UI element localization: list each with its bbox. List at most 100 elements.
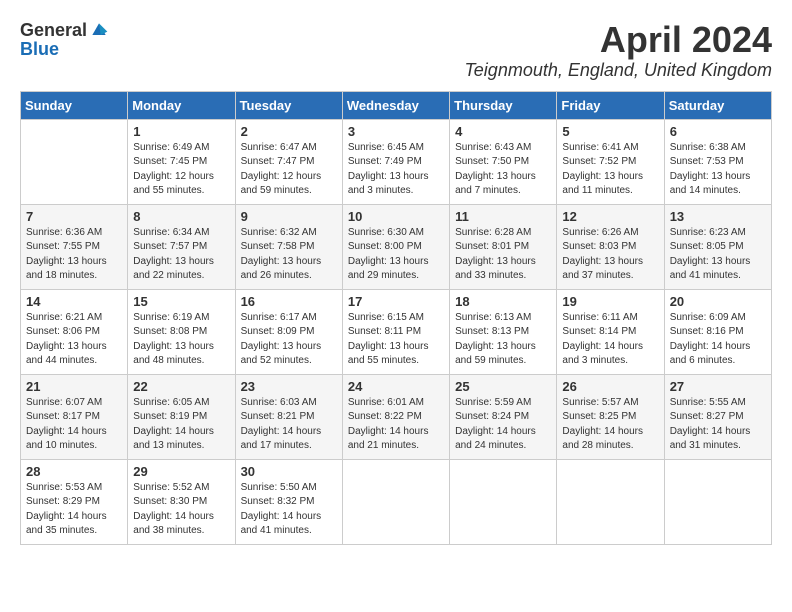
cell-content: Sunrise: 5:59 AM Sunset: 8:24 PM Dayligh… (455, 396, 551, 454)
cell-content: Sunrise: 6:26 AM Sunset: 8:03 PM Dayligh… (562, 226, 658, 284)
cell-content: Sunrise: 5:50 AM Sunset: 8:32 PM Dayligh… (241, 481, 337, 539)
calendar-cell: 27Sunrise: 5:55 AM Sunset: 8:27 PM Dayli… (664, 374, 771, 459)
day-number: 24 (348, 379, 444, 394)
day-number: 2 (241, 124, 337, 139)
day-header-monday: Monday (128, 91, 235, 119)
calendar-cell: 30 Sunrise: 5:50 AM Sunset: 8:32 PM Dayli… (235, 459, 342, 544)
calendar-cell: 12 Sunrise: 6:26 AM Sunset: 8:03 PM Dayli… (557, 204, 664, 289)
day-number: 7 (26, 209, 122, 224)
cell-content: Sunrise: 6:49 AM Sunset: 7:45 PM Dayligh… (133, 141, 229, 199)
cell-content: Sunrise: 6:17 AM Sunset: 8:09 PM Dayligh… (241, 311, 337, 369)
cell-content: Sunrise: 5:52 AM Sunset: 8:30 PM Dayligh… (133, 481, 229, 539)
cell-content: Sunrise: 6:01 AM Sunset: 8:22 PM Dayligh… (348, 396, 444, 454)
day-header-friday: Friday (557, 91, 664, 119)
calendar-cell: 29 Sunrise: 5:52 AM Sunset: 8:30 PM Dayli… (128, 459, 235, 544)
day-number: 13 (670, 209, 766, 224)
calendar-cell: 10 Sunrise: 6:30 AM Sunset: 8:00 PM Dayli… (342, 204, 449, 289)
calendar-body: 1Sunrise: 6:49 AM Sunset: 7:45 PM Daylig… (21, 119, 772, 544)
cell-content: Sunrise: 5:57 AM Sunset: 8:25 PM Dayligh… (562, 396, 658, 454)
cell-content: Sunrise: 6:13 AM Sunset: 8:13 PM Dayligh… (455, 311, 551, 369)
calendar-cell: 24 Sunrise: 6:01 AM Sunset: 8:22 PM Dayli… (342, 374, 449, 459)
day-number: 8 (133, 209, 229, 224)
calendar-week-2: 7 Sunrise: 6:36 AM Sunset: 7:55 PM Daylig… (21, 204, 772, 289)
day-header-saturday: Saturday (664, 91, 771, 119)
cell-content: Sunrise: 6:32 AM Sunset: 7:58 PM Dayligh… (241, 226, 337, 284)
day-number: 22 (133, 379, 229, 394)
calendar-cell: 25 Sunrise: 5:59 AM Sunset: 8:24 PM Dayli… (450, 374, 557, 459)
calendar-cell: 18 Sunrise: 6:13 AM Sunset: 8:13 PM Dayli… (450, 289, 557, 374)
title-area: April 2024 Teignmouth, England, United K… (464, 20, 772, 81)
cell-content: Sunrise: 6:05 AM Sunset: 8:19 PM Dayligh… (133, 396, 229, 454)
day-number: 18 (455, 294, 551, 309)
day-header-thursday: Thursday (450, 91, 557, 119)
calendar-cell: 6Sunrise: 6:38 AM Sunset: 7:53 PM Daylig… (664, 119, 771, 204)
cell-content: Sunrise: 6:07 AM Sunset: 8:17 PM Dayligh… (26, 396, 122, 454)
day-number: 30 (241, 464, 337, 479)
logo-blue: Blue (20, 39, 59, 59)
day-number: 29 (133, 464, 229, 479)
cell-content: Sunrise: 6:11 AM Sunset: 8:14 PM Dayligh… (562, 311, 658, 369)
logo-icon (89, 20, 109, 40)
day-number: 28 (26, 464, 122, 479)
calendar-cell: 7 Sunrise: 6:36 AM Sunset: 7:55 PM Daylig… (21, 204, 128, 289)
day-number: 12 (562, 209, 658, 224)
calendar-cell: 22 Sunrise: 6:05 AM Sunset: 8:19 PM Dayli… (128, 374, 235, 459)
day-number: 19 (562, 294, 658, 309)
calendar-cell: 2 Sunrise: 6:47 AM Sunset: 7:47 PM Daylig… (235, 119, 342, 204)
calendar-cell (450, 459, 557, 544)
calendar-cell: 19 Sunrise: 6:11 AM Sunset: 8:14 PM Dayli… (557, 289, 664, 374)
cell-content: Sunrise: 6:30 AM Sunset: 8:00 PM Dayligh… (348, 226, 444, 284)
calendar-cell: 4 Sunrise: 6:43 AM Sunset: 7:50 PM Daylig… (450, 119, 557, 204)
calendar-cell: 28 Sunrise: 5:53 AM Sunset: 8:29 PM Dayli… (21, 459, 128, 544)
day-number: 4 (455, 124, 551, 139)
calendar-cell: 3 Sunrise: 6:45 AM Sunset: 7:49 PM Daylig… (342, 119, 449, 204)
calendar-cell: 13 Sunrise: 6:23 AM Sunset: 8:05 PM Dayli… (664, 204, 771, 289)
day-number: 9 (241, 209, 337, 224)
calendar-cell (342, 459, 449, 544)
day-number: 20 (670, 294, 766, 309)
day-number: 21 (26, 379, 122, 394)
calendar-cell (557, 459, 664, 544)
cell-content: Sunrise: 6:41 AM Sunset: 7:52 PM Dayligh… (562, 141, 658, 199)
day-number: 16 (241, 294, 337, 309)
day-number: 25 (455, 379, 551, 394)
day-header-tuesday: Tuesday (235, 91, 342, 119)
calendar-cell: 15Sunrise: 6:19 AM Sunset: 8:08 PM Dayli… (128, 289, 235, 374)
calendar-cell: 1Sunrise: 6:49 AM Sunset: 7:45 PM Daylig… (128, 119, 235, 204)
month-year: April 2024 (464, 20, 772, 60)
calendar-cell: 5 Sunrise: 6:41 AM Sunset: 7:52 PM Daylig… (557, 119, 664, 204)
day-number: 10 (348, 209, 444, 224)
cell-content: Sunrise: 6:43 AM Sunset: 7:50 PM Dayligh… (455, 141, 551, 199)
logo: General Blue (20, 20, 109, 60)
calendar-cell (21, 119, 128, 204)
cell-content: Sunrise: 6:34 AM Sunset: 7:57 PM Dayligh… (133, 226, 229, 284)
cell-content: Sunrise: 6:21 AM Sunset: 8:06 PM Dayligh… (26, 311, 122, 369)
day-number: 11 (455, 209, 551, 224)
cell-content: Sunrise: 6:47 AM Sunset: 7:47 PM Dayligh… (241, 141, 337, 199)
calendar-header-row: SundayMondayTuesdayWednesdayThursdayFrid… (21, 91, 772, 119)
calendar-cell: 9 Sunrise: 6:32 AM Sunset: 7:58 PM Daylig… (235, 204, 342, 289)
logo-general: General (20, 21, 87, 39)
day-number: 5 (562, 124, 658, 139)
calendar-cell (664, 459, 771, 544)
cell-content: Sunrise: 5:53 AM Sunset: 8:29 PM Dayligh… (26, 481, 122, 539)
cell-content: Sunrise: 6:45 AM Sunset: 7:49 PM Dayligh… (348, 141, 444, 199)
cell-content: Sunrise: 6:03 AM Sunset: 8:21 PM Dayligh… (241, 396, 337, 454)
calendar-cell: 8 Sunrise: 6:34 AM Sunset: 7:57 PM Daylig… (128, 204, 235, 289)
calendar-week-1: 1Sunrise: 6:49 AM Sunset: 7:45 PM Daylig… (21, 119, 772, 204)
day-number: 3 (348, 124, 444, 139)
calendar-table: SundayMondayTuesdayWednesdayThursdayFrid… (20, 91, 772, 545)
calendar-cell: 14 Sunrise: 6:21 AM Sunset: 8:06 PM Dayli… (21, 289, 128, 374)
calendar-cell: 20 Sunrise: 6:09 AM Sunset: 8:16 PM Dayli… (664, 289, 771, 374)
day-number: 23 (241, 379, 337, 394)
day-number: 27 (670, 379, 766, 394)
day-number: 17 (348, 294, 444, 309)
cell-content: Sunrise: 6:09 AM Sunset: 8:16 PM Dayligh… (670, 311, 766, 369)
calendar-cell: 16 Sunrise: 6:17 AM Sunset: 8:09 PM Dayli… (235, 289, 342, 374)
cell-content: Sunrise: 6:36 AM Sunset: 7:55 PM Dayligh… (26, 226, 122, 284)
cell-content: Sunrise: 6:15 AM Sunset: 8:11 PM Dayligh… (348, 311, 444, 369)
day-header-wednesday: Wednesday (342, 91, 449, 119)
day-number: 14 (26, 294, 122, 309)
cell-content: Sunrise: 6:38 AM Sunset: 7:53 PM Dayligh… (670, 141, 766, 199)
cell-content: Sunrise: 6:23 AM Sunset: 8:05 PM Dayligh… (670, 226, 766, 284)
